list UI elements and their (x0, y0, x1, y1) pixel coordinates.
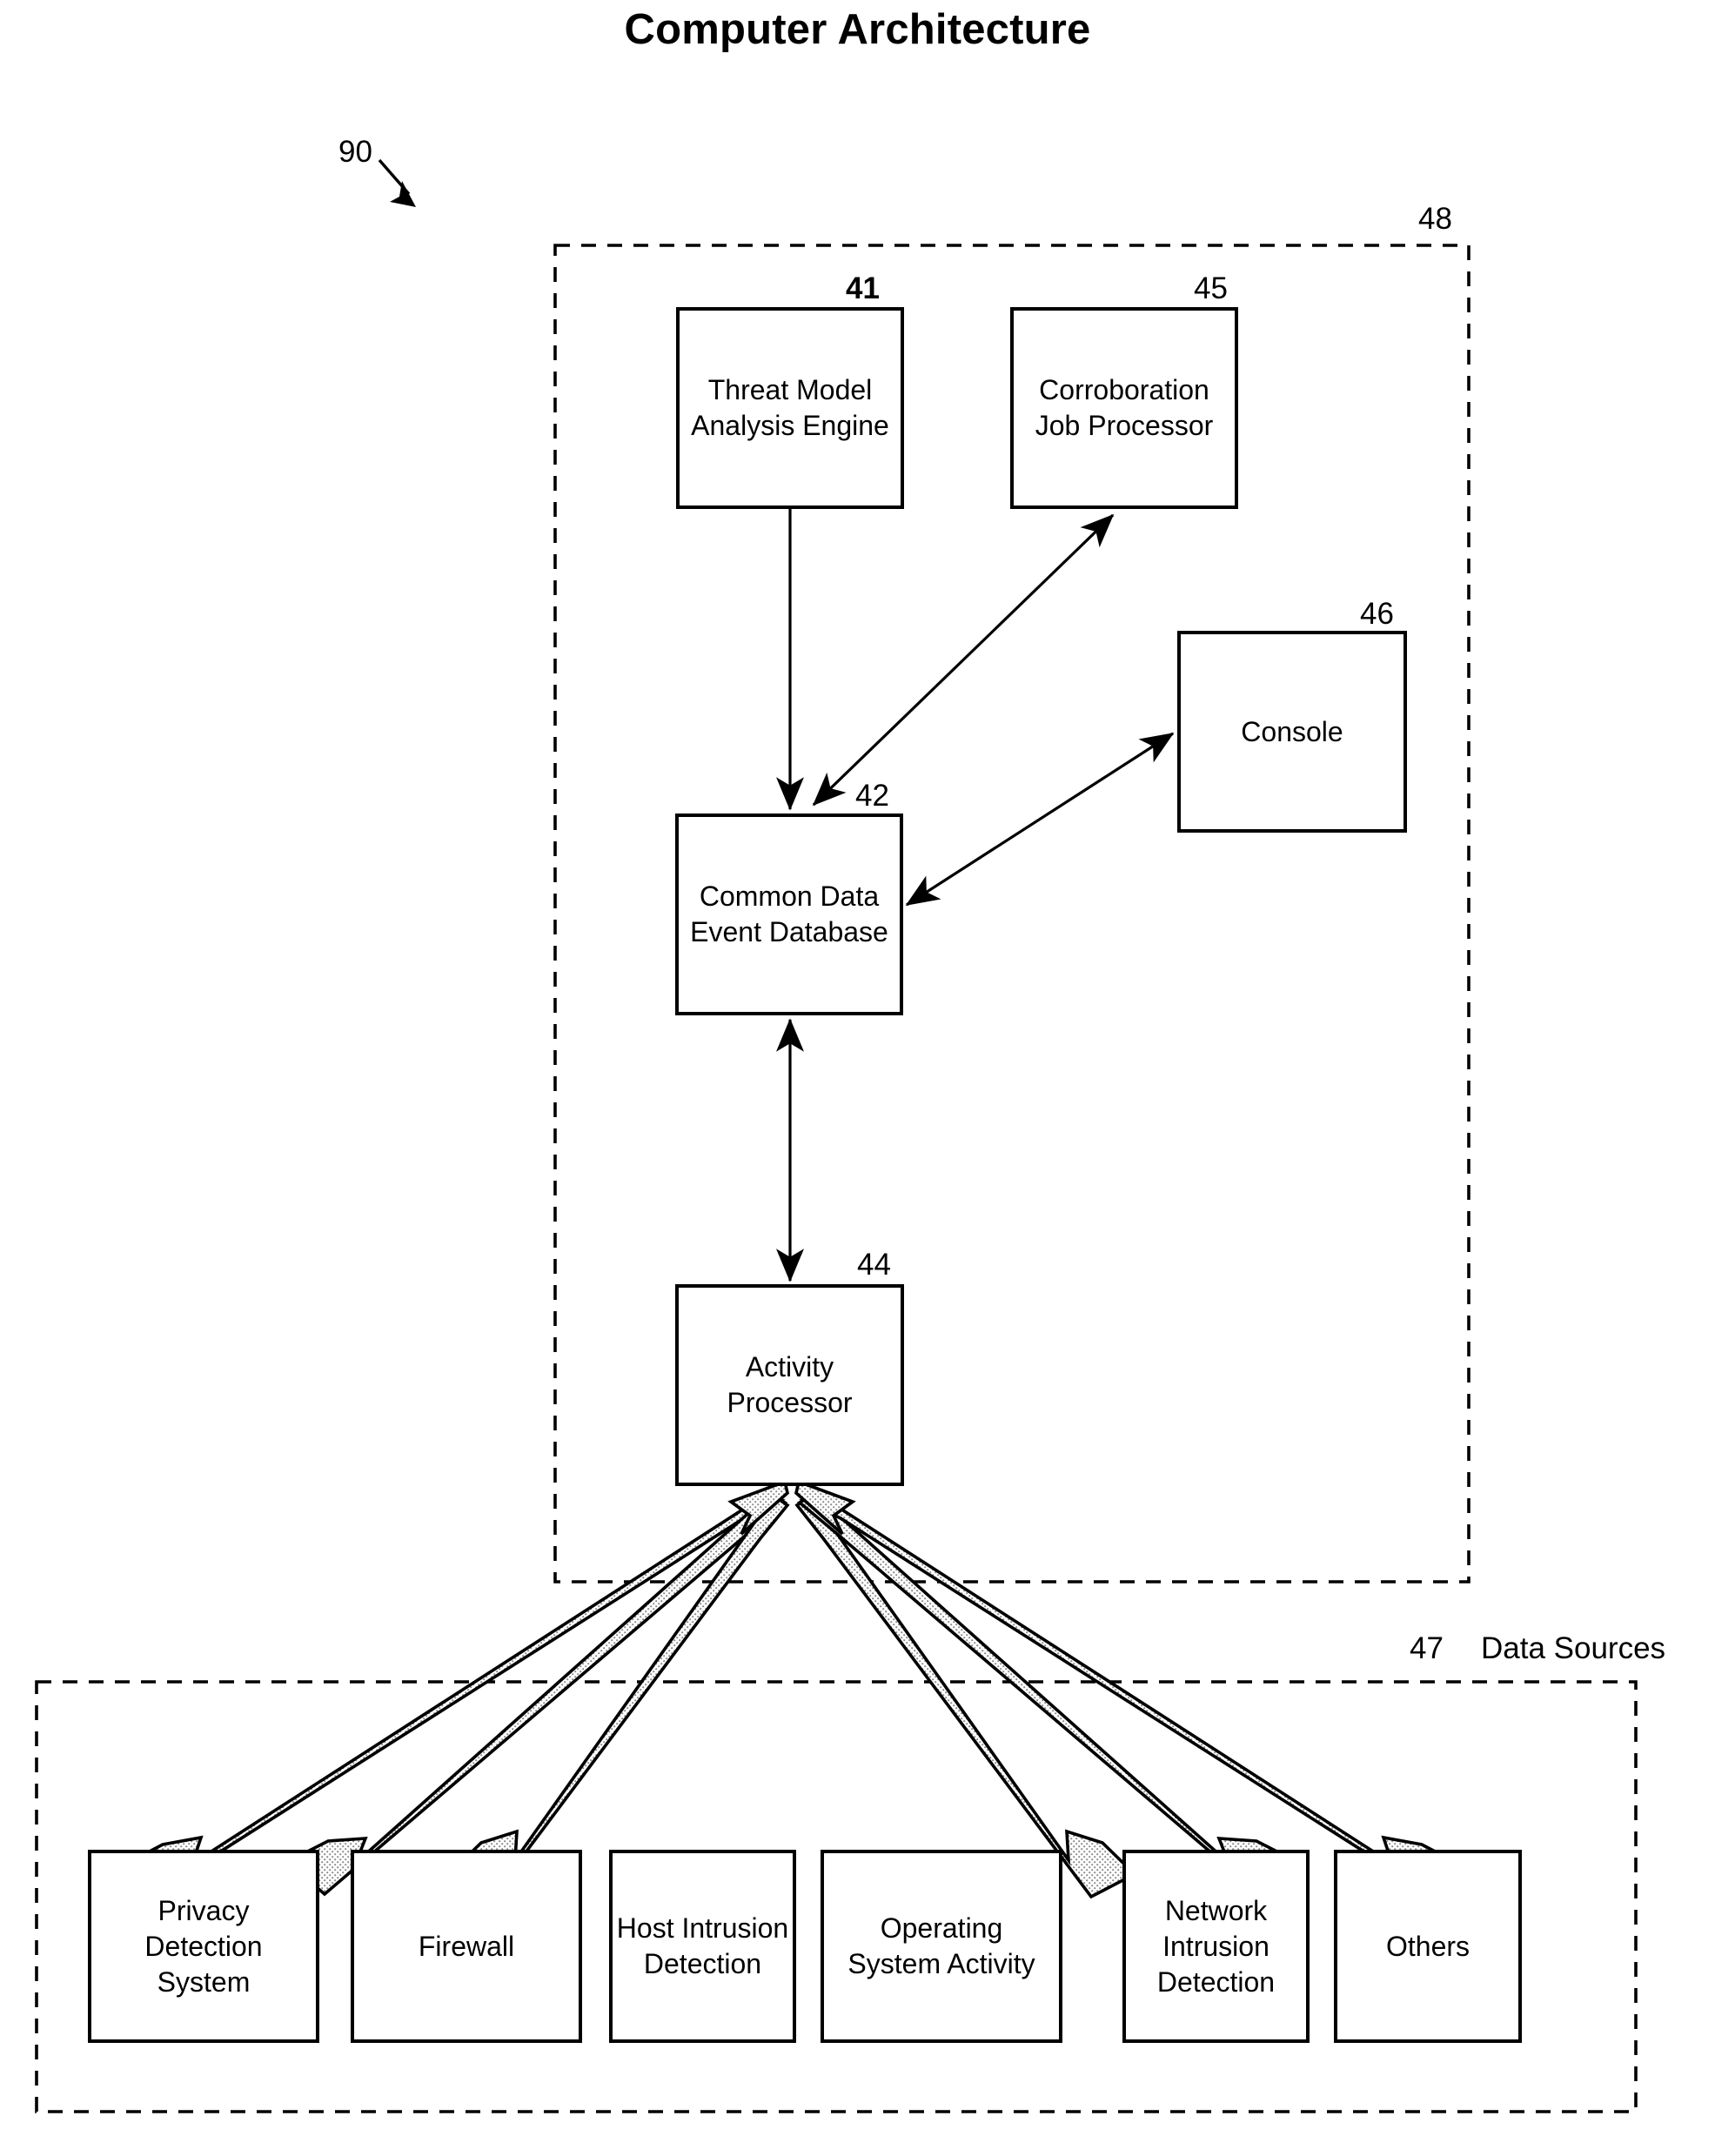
data-sources-container-ref-number: 47 (1410, 1631, 1444, 1665)
figure-ref-leader (378, 158, 416, 207)
threat-model-analysis-engine-ref-number: 41 (846, 271, 880, 305)
firewall-label: Firewall (418, 1930, 515, 1962)
data-flow-arrows (124, 1491, 1461, 1899)
host-intrusion-detection-label: Host Intrusion Detection (616, 1912, 789, 1979)
data-flow-arrow-host-intrusion-detection (445, 1493, 790, 1899)
data-flow-arrow-privacy-detection-system (124, 1493, 786, 1898)
privacy-detection-system-label: Privacy Detection System (144, 1894, 263, 1998)
others-label: Others (1385, 1930, 1470, 1962)
network-intrusion-detection-label: Network Intrusion Detection (1156, 1894, 1276, 1998)
figure-ref-number: 90 (338, 135, 372, 169)
common-data-event-database-label: Common Data Event Database (690, 880, 888, 947)
connector-database-to-console (905, 732, 1175, 907)
threat-model-analysis-engine-label: Threat Model Analysis Engine (691, 374, 889, 441)
console-ref-number: 46 (1360, 597, 1394, 631)
data-flow-arrow-operating-system-activity (794, 1493, 1138, 1899)
operating-system-activity-label: Operating System Activity (847, 1912, 1035, 1979)
activity-processor-ref-number: 44 (857, 1248, 891, 1282)
corroboration-job-processor-ref-number: 45 (1194, 271, 1228, 305)
console-label: Console (1241, 715, 1343, 747)
activity-processor-label: Activity Processor (727, 1351, 853, 1418)
common-data-event-database-ref-number: 42 (855, 779, 889, 813)
figure-root: Computer Architecture 90 48 41 45 46 42 … (0, 0, 1715, 2156)
system-container-ref-number: 48 (1418, 202, 1452, 236)
corroboration-job-processor-label: Corroboration Job Processor (1035, 374, 1214, 441)
data-flow-arrow-others (799, 1493, 1461, 1898)
data-flow-convergence-tips (727, 1479, 856, 1536)
connector-database-to-corroboration (812, 513, 1115, 807)
data-sources-container-label: Data Sources (1481, 1631, 1666, 1665)
